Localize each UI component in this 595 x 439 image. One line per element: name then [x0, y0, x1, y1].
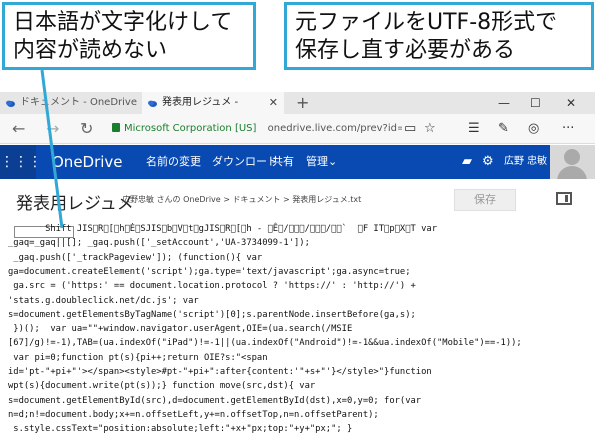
- callout-garbled-text: 日本語が文字化けして 内容が読めない: [2, 2, 256, 70]
- callout-garbled-line1: 日本語が文字化けして: [13, 10, 233, 35]
- callout-resave-line1: 元ファイルをUTF-8形式で: [295, 10, 558, 35]
- callout-resave-utf8: 元ファイルをUTF-8形式で 保存し直す必要がある: [284, 2, 594, 70]
- callout-resave-line2: 保存し直す必要がある: [295, 38, 516, 63]
- callout-garbled-line2: 内容が読めない: [13, 38, 168, 63]
